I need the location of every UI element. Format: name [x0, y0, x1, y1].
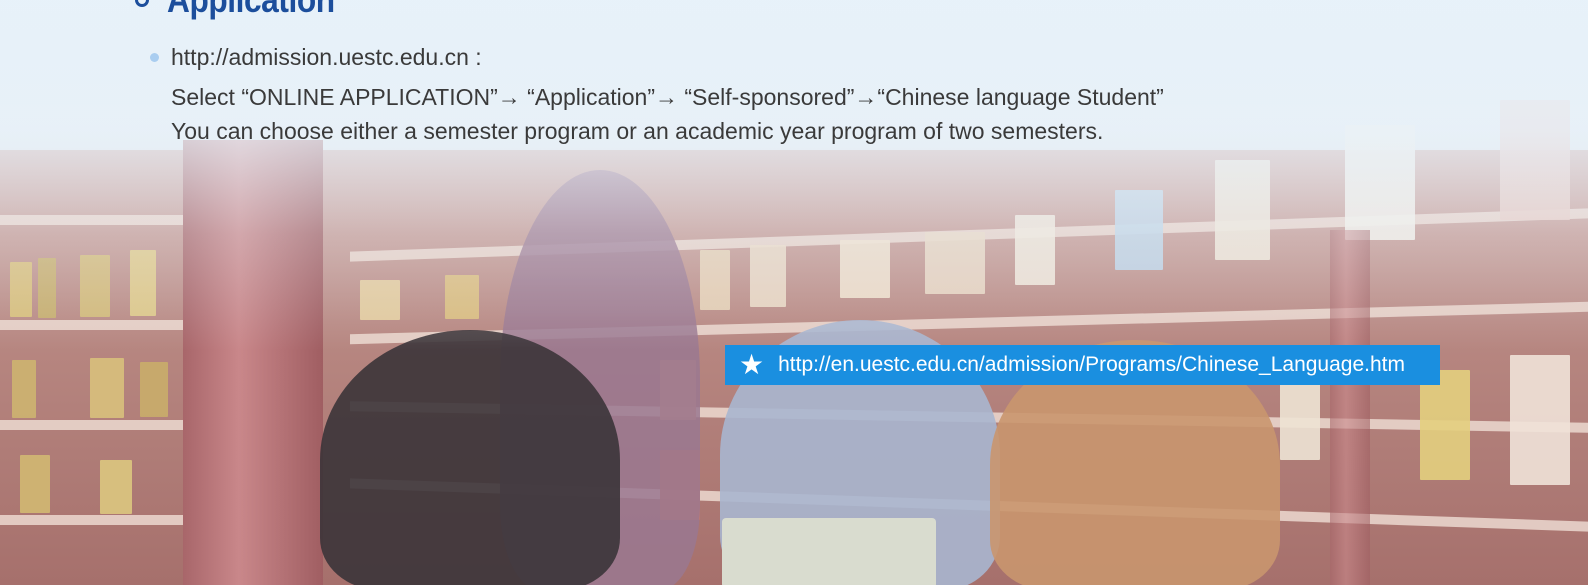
bullet-dot-icon	[150, 53, 159, 62]
program-choice-note: You can choose either a semester program…	[171, 118, 1104, 144]
program-link-url[interactable]: http://en.uestc.edu.cn/admission/Program…	[778, 353, 1405, 377]
admission-url-text[interactable]: http://admission.uestc.edu.cn :	[171, 44, 482, 71]
star-icon: ★	[739, 348, 765, 381]
circle-bullet-icon	[135, 0, 149, 7]
chinese-language-program-link[interactable]: ★ http://en.uestc.edu.cn/admission/Progr…	[725, 345, 1440, 385]
application-steps-text: Select “ONLINE APPLICATION”→ “Applicatio…	[171, 84, 1164, 110]
section-heading: Application	[135, 0, 358, 20]
application-url-item: http://admission.uestc.edu.cn :	[150, 44, 482, 71]
section-title: Application	[167, 0, 335, 21]
